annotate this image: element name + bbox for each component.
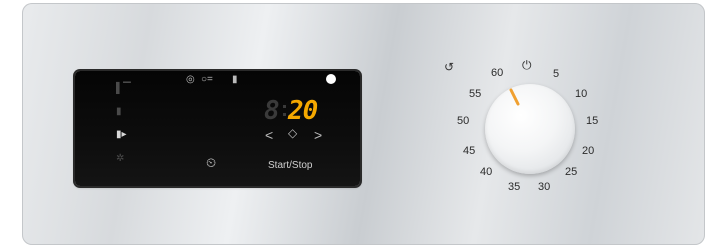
start-stop-button[interactable]: Start/Stop [268, 160, 312, 171]
timer-return-icon: ↺ [444, 60, 455, 74]
timer-icon[interactable]: ⏲ [206, 156, 216, 169]
select-button[interactable]: ◇ [288, 126, 297, 140]
dial-mark-35: 35 [508, 181, 521, 193]
dial-mark-50: 50 [457, 115, 470, 127]
dial-pointer [509, 88, 520, 106]
time-dim-digit: 8 [264, 96, 280, 126]
thermometer-icon[interactable]: ▮ [116, 107, 122, 117]
dial-mark-10: 10 [575, 88, 588, 100]
fan-icon: ◎ [186, 74, 195, 85]
time-value: 20 [288, 96, 318, 126]
dial-mark-55: 55 [469, 88, 482, 100]
top-heat-icon[interactable]: ▌▔ [116, 84, 131, 94]
probe-icon[interactable]: ▮▸ [116, 130, 127, 140]
dial-mark-25: 25 [565, 166, 578, 178]
dial-mark-45: 45 [463, 145, 476, 157]
power-icon: ⏻ [522, 58, 532, 72]
decrease-button[interactable]: < [265, 127, 273, 143]
status-indicator [326, 74, 336, 84]
dial-mark-5: 5 [553, 68, 560, 80]
dial-mark-60: 60 [491, 67, 504, 79]
dial-mark-20: 20 [582, 145, 595, 157]
key-lock-icon: ○= [201, 74, 213, 85]
probe-small-icon: ▮ [232, 74, 238, 85]
increase-button[interactable]: > [314, 127, 322, 143]
snowflake-icon[interactable]: ✲ [116, 154, 124, 164]
time-colon [283, 104, 287, 118]
dial-mark-15: 15 [586, 115, 599, 127]
dial-mark-30: 30 [538, 181, 551, 193]
dial-mark-40: 40 [480, 166, 493, 178]
